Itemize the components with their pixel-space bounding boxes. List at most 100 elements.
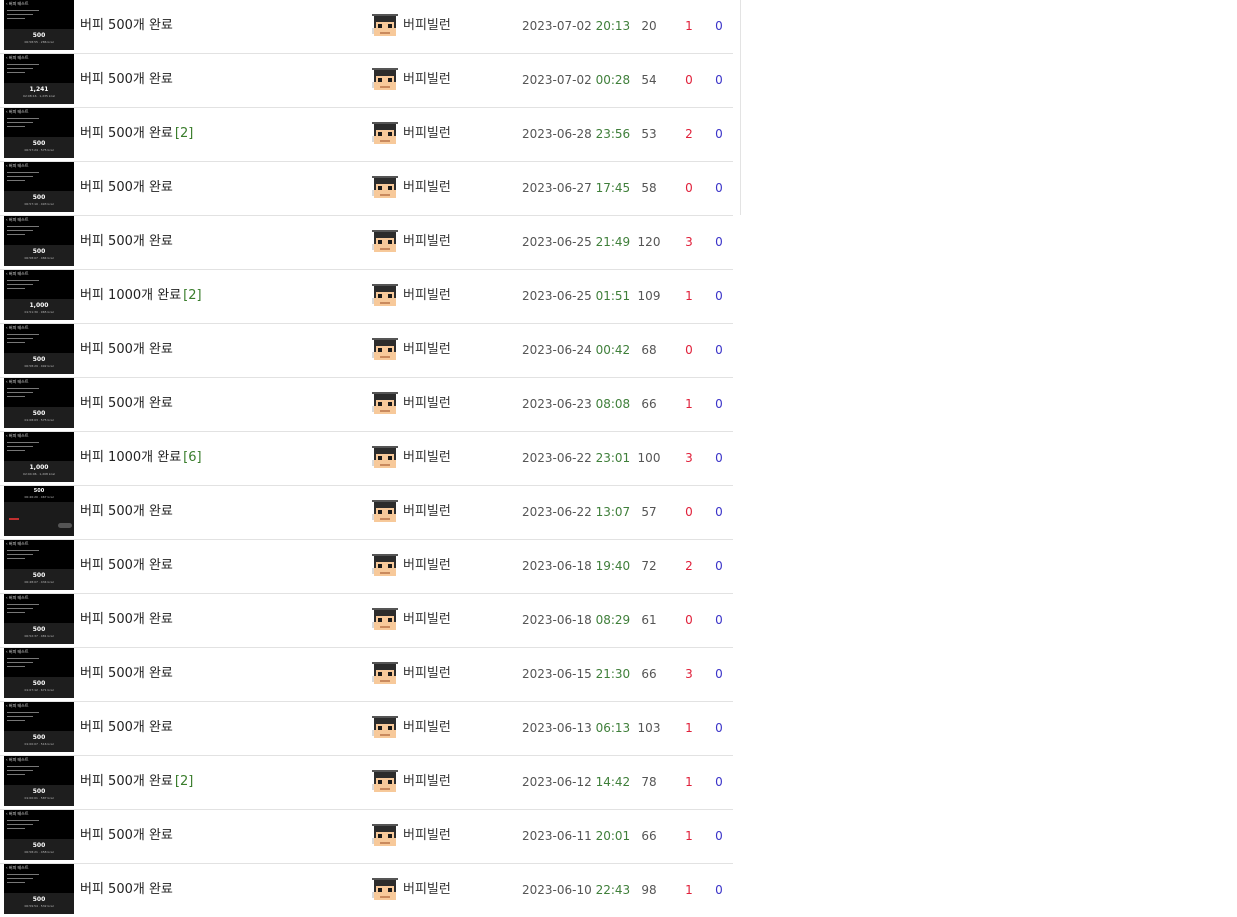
post-title[interactable]: 버피 500개 완료 [2] [80,774,193,790]
post-thumbnail[interactable]: ‹ 버피 테스트 500 01:07:12 · 671 kcal [4,648,74,698]
author-avatar-icon[interactable] [372,12,398,38]
author-name[interactable]: 버피빌런 [403,666,451,682]
author-avatar-icon[interactable] [372,282,398,308]
comment-count[interactable]: [2] [175,774,193,789]
author-avatar-icon[interactable] [372,606,398,632]
author-avatar-icon[interactable] [372,822,398,848]
post-row[interactable]: ‹ 버피 테스트 500 00:58:29 · 492 kcal 버피 500개… [0,324,733,378]
author-name[interactable]: 버피빌런 [403,558,451,574]
post-title-text[interactable]: 버피 1000개 완료 [80,450,181,465]
author-avatar-icon[interactable] [372,228,398,254]
author-avatar-icon[interactable] [372,336,398,362]
post-thumbnail[interactable]: ‹ 버피 테스트 500 00:48:07 · 434 kcal [4,540,74,590]
post-thumbnail[interactable]: ‹ 버피 테스트 500 00:58:55 · 286 kcal [4,0,74,50]
post-row[interactable]: ‹ 버피 테스트 500 00:57:24 · 575 kcal 버피 500개… [0,108,733,162]
post-title-text[interactable]: 버피 500개 완료 [80,234,173,249]
post-row[interactable]: ‹ 버피 테스트 500 00:58:21 · 458 kcal 버피 500개… [0,810,733,864]
author-name[interactable]: 버피빌런 [403,504,451,520]
post-row[interactable]: ‹ 버피 테스트 500 01:07:12 · 671 kcal 버피 500개… [0,648,733,702]
post-title-text[interactable]: 버피 500개 완료 [80,342,173,357]
author-name[interactable]: 버피빌런 [403,396,451,412]
post-title-text[interactable]: 버피 500개 완료 [80,666,173,681]
author-name[interactable]: 버피빌런 [403,720,451,736]
author-avatar-icon[interactable] [372,768,398,794]
post-title-text[interactable]: 버피 500개 완료 [80,504,173,519]
author-name[interactable]: 버피빌런 [403,342,451,358]
post-title[interactable]: 버피 500개 완료 [80,882,175,898]
post-title-text[interactable]: 버피 500개 완료 [80,882,173,897]
post-thumbnail[interactable]: ‹ 버피 테스트 500 00:58:29 · 492 kcal [4,324,74,374]
post-row[interactable]: ‹ 버피 테스트 1,000 02:04:06 · 1,208 kcal 버피 … [0,432,733,486]
post-title[interactable]: 버피 1000개 완료 [6] [80,450,202,466]
post-title[interactable]: 버피 500개 완료 [80,342,175,358]
post-row[interactable]: ‹ 버피 테스트 500 00:52:37 · 481 kcal 버피 500개… [0,594,733,648]
post-title-text[interactable]: 버피 500개 완료 [80,612,173,627]
post-row[interactable]: ‹ 버피 테스트 500 00:58:55 · 286 kcal 버피 500개… [0,0,733,54]
post-title[interactable]: 버피 500개 완료 [80,234,175,250]
author-name[interactable]: 버피빌런 [403,828,451,844]
author-name[interactable]: 버피빌런 [403,450,451,466]
post-thumbnail[interactable]: ‹ 버피 테스트 500 00:58:07 · 484 kcal [4,216,74,266]
post-row[interactable]: ‹ 버피 테스트 500 00:48:07 · 434 kcal 버피 500개… [0,540,733,594]
author-avatar-icon[interactable] [372,174,398,200]
post-thumbnail[interactable]: ‹ 버피 테스트 1,000 01:51:30 · 965 kcal [4,270,74,320]
post-row[interactable]: ‹ 버피 테스트 500 01:00:01 · 587 kcal 버피 500개… [0,756,733,810]
post-thumbnail[interactable]: ‹ 버피 테스트 1,241 02:08:16 · 1,235 kcal [4,54,74,104]
author-avatar-icon[interactable] [372,498,398,524]
author-avatar-icon[interactable] [372,66,398,92]
post-thumbnail[interactable]: ‹ 버피 테스트 500 00:46:20 · 467 kcal [4,486,74,536]
author-name[interactable]: 버피빌런 [403,126,451,142]
post-row[interactable]: ‹ 버피 테스트 500 01:08:03 · 575 kcal 버피 500개… [0,378,733,432]
comment-count[interactable]: [2] [183,288,201,303]
comment-count[interactable]: [6] [183,450,201,465]
post-title[interactable]: 버피 500개 완료 [80,720,175,736]
post-thumbnail[interactable]: ‹ 버피 테스트 500 00:57:24 · 575 kcal [4,108,74,158]
post-title-text[interactable]: 버피 500개 완료 [80,180,173,195]
author-avatar-icon[interactable] [372,120,398,146]
post-title[interactable]: 버피 500개 완료 [80,666,175,682]
post-thumbnail[interactable]: ‹ 버피 테스트 500 00:52:37 · 481 kcal [4,594,74,644]
post-title[interactable]: 버피 500개 완료 [80,396,175,412]
post-row[interactable]: ‹ 버피 테스트 500 00:57:10 · 493 kcal 버피 500개… [0,162,733,216]
author-avatar-icon[interactable] [372,876,398,902]
post-title-text[interactable]: 버피 500개 완료 [80,720,173,735]
post-row[interactable]: ‹ 버피 테스트 1,241 02:08:16 · 1,235 kcal 버피 … [0,54,733,108]
author-avatar-icon[interactable] [372,390,398,416]
post-row[interactable]: ‹ 버피 테스트 500 00:46:20 · 467 kcal 버피 500개… [0,486,733,540]
author-name[interactable]: 버피빌런 [403,882,451,898]
post-thumbnail[interactable]: ‹ 버피 테스트 500 00:57:10 · 493 kcal [4,162,74,212]
post-title-text[interactable]: 버피 500개 완료 [80,72,173,87]
post-title-text[interactable]: 버피 500개 완료 [80,18,173,33]
post-title-text[interactable]: 버피 500개 완료 [80,558,173,573]
post-title[interactable]: 버피 500개 완료 [80,558,175,574]
author-avatar-icon[interactable] [372,552,398,578]
post-row[interactable]: ‹ 버피 테스트 1,000 01:51:30 · 965 kcal 버피 10… [0,270,733,324]
post-title[interactable]: 버피 500개 완료 [80,18,175,34]
author-name[interactable]: 버피빌런 [403,72,451,88]
post-title[interactable]: 버피 500개 완료 [2] [80,126,193,142]
post-title-text[interactable]: 버피 500개 완료 [80,396,173,411]
author-name[interactable]: 버피빌런 [403,774,451,790]
author-avatar-icon[interactable] [372,660,398,686]
post-row[interactable]: ‹ 버피 테스트 500 00:59:54 · 532 kcal 버피 500개… [0,864,733,917]
post-title[interactable]: 버피 500개 완료 [80,504,175,520]
post-thumbnail[interactable]: ‹ 버피 테스트 500 00:59:54 · 532 kcal [4,864,74,914]
post-title-text[interactable]: 버피 500개 완료 [80,126,173,141]
author-avatar-icon[interactable] [372,444,398,470]
post-title-text[interactable]: 버피 500개 완료 [80,774,173,789]
author-name[interactable]: 버피빌런 [403,180,451,196]
post-title[interactable]: 버피 1000개 완료 [2] [80,288,202,304]
post-row[interactable]: ‹ 버피 테스트 500 01:00:07 · 516 kcal 버피 500개… [0,702,733,756]
post-thumbnail[interactable]: ‹ 버피 테스트 500 01:00:01 · 587 kcal [4,756,74,806]
author-name[interactable]: 버피빌런 [403,234,451,250]
post-title-text[interactable]: 버피 1000개 완료 [80,288,181,303]
post-thumbnail[interactable]: ‹ 버피 테스트 500 01:08:03 · 575 kcal [4,378,74,428]
post-thumbnail[interactable]: ‹ 버피 테스트 500 01:00:07 · 516 kcal [4,702,74,752]
post-thumbnail[interactable]: ‹ 버피 테스트 1,000 02:04:06 · 1,208 kcal [4,432,74,482]
post-title[interactable]: 버피 500개 완료 [80,612,175,628]
post-thumbnail[interactable]: ‹ 버피 테스트 500 00:58:21 · 458 kcal [4,810,74,860]
post-title[interactable]: 버피 500개 완료 [80,72,175,88]
post-title[interactable]: 버피 500개 완료 [80,180,175,196]
post-row[interactable]: ‹ 버피 테스트 500 00:58:07 · 484 kcal 버피 500개… [0,216,733,270]
author-avatar-icon[interactable] [372,714,398,740]
